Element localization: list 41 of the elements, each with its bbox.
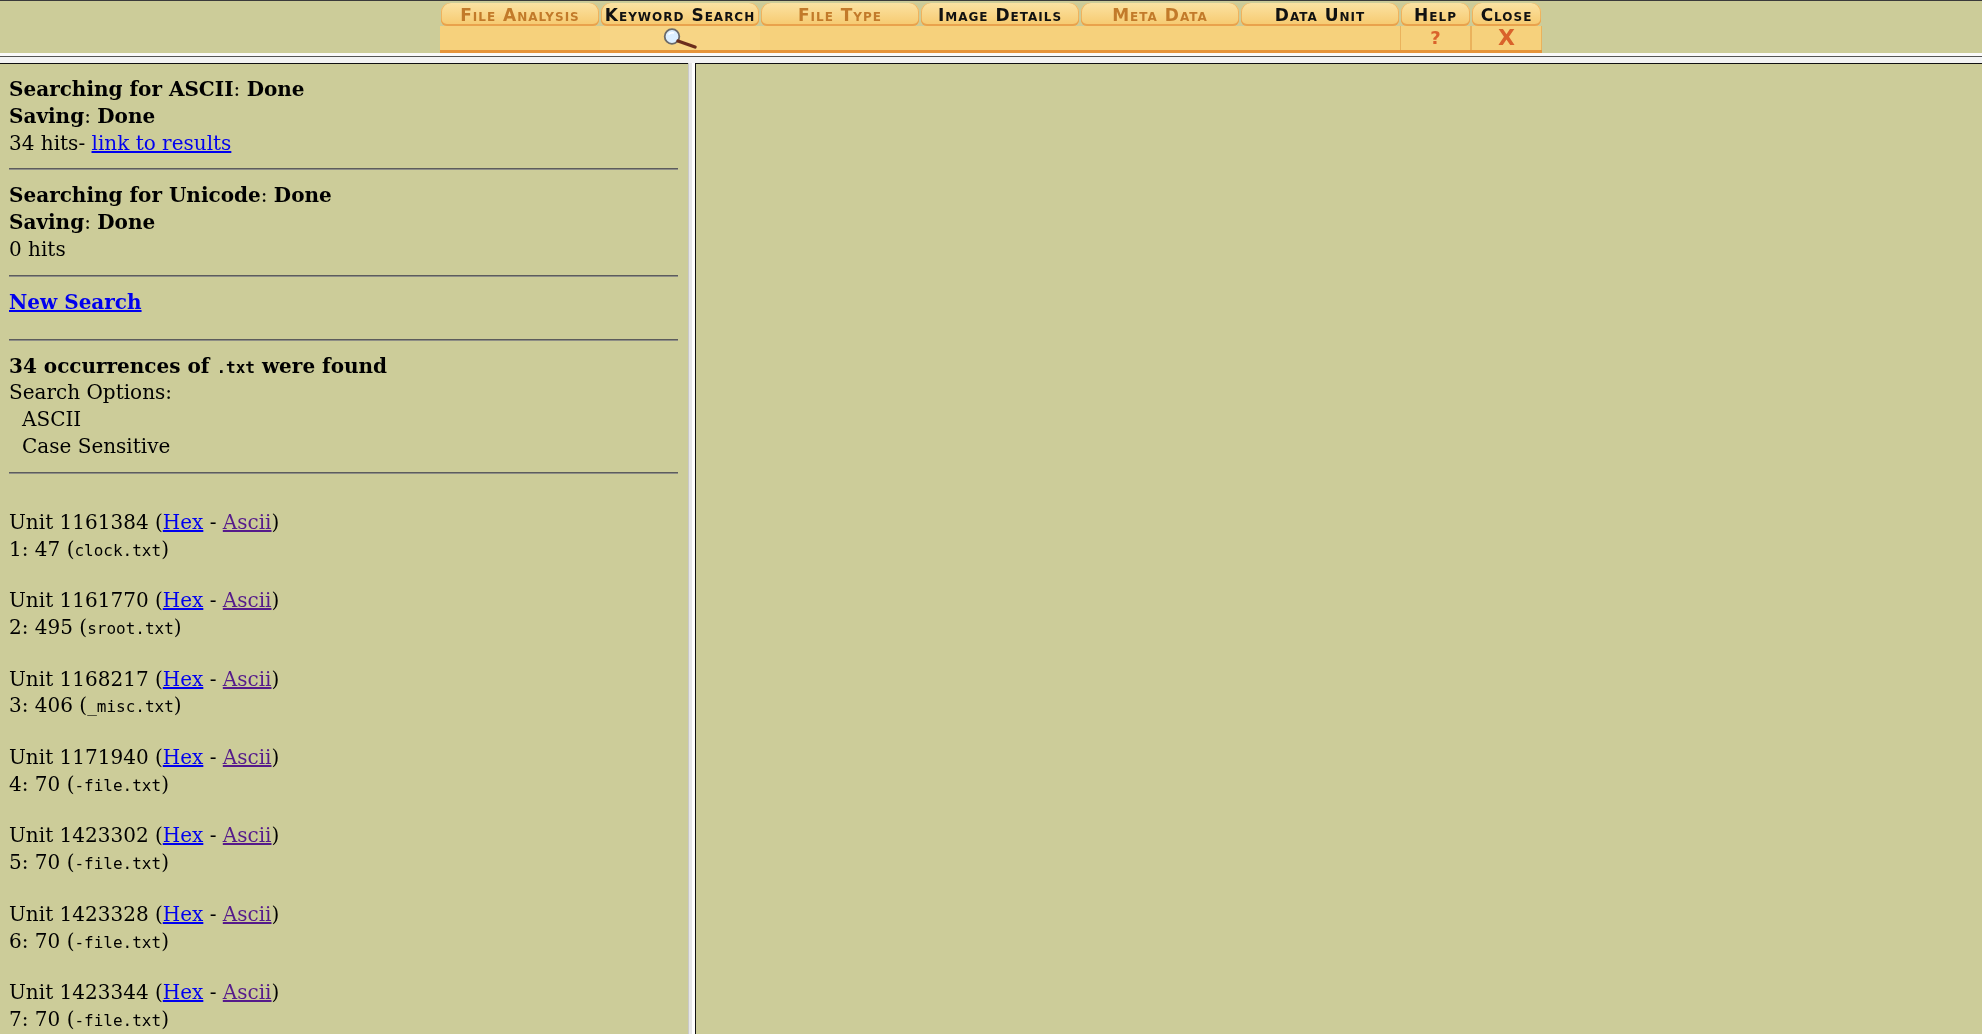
search-status-text: Searching for Unicode: Done bbox=[9, 182, 333, 210]
search-status-text: Searching for ASCII: Done bbox=[9, 76, 306, 103]
hit-location-text: 7: 70 (-file.txt) bbox=[9, 1005, 170, 1033]
hit-location-text: 1: 47 (clock.txt) bbox=[9, 535, 170, 563]
hit-location-text: 3: 406 (_misc.txt) bbox=[9, 692, 183, 720]
unit-text: Unit 1423344 (Hex - Ascii) bbox=[9, 979, 281, 1006]
unit-text: Unit 1168217 (Hex - Ascii) bbox=[9, 665, 281, 693]
hit-count-text: 0 hits bbox=[9, 236, 67, 263]
unit-link[interactable]: Ascii bbox=[222, 744, 272, 769]
unit-link[interactable]: Ascii bbox=[222, 588, 272, 613]
unit-link[interactable]: Hex bbox=[162, 980, 204, 1005]
results-heading: 34 occurrences of .txt were found bbox=[9, 352, 389, 380]
unit-text: Unit 1423302 (Hex - Ascii) bbox=[9, 822, 281, 850]
unit-link[interactable]: Hex bbox=[162, 744, 204, 769]
hit-location-text: 5: 70 (-file.txt) bbox=[9, 849, 170, 876]
hit-location-text: 6: 70 (-file.txt) bbox=[9, 927, 170, 955]
results-link[interactable]: link to results bbox=[91, 130, 232, 155]
unit-link[interactable]: Ascii bbox=[222, 823, 272, 848]
hit-location-text: 4: 70 (-file.txt) bbox=[9, 770, 170, 798]
unit-link[interactable]: Ascii bbox=[222, 509, 272, 534]
search-option-text: ASCII bbox=[21, 406, 83, 433]
unit-link[interactable]: Ascii bbox=[222, 901, 272, 926]
saving-status-text: Saving: Done bbox=[9, 209, 157, 236]
saving-status-text: Saving: Done bbox=[9, 102, 157, 130]
search-icon bbox=[663, 27, 697, 49]
unit-link[interactable]: Ascii bbox=[222, 666, 272, 691]
hit-count-text: 34 hits- link to results bbox=[9, 129, 233, 157]
new-search-link[interactable]: New Search bbox=[9, 289, 142, 314]
hit-location-text: 2: 495 (sroot.txt) bbox=[9, 613, 183, 641]
search-option-text: Case Sensitive bbox=[21, 432, 172, 460]
unit-link[interactable]: Hex bbox=[162, 509, 204, 534]
search-options-label: Search Options: bbox=[9, 379, 174, 407]
unit-link[interactable]: Hex bbox=[162, 901, 204, 926]
unit-link[interactable]: Hex bbox=[162, 823, 204, 848]
unit-text: Unit 1161384 (Hex - Ascii) bbox=[9, 508, 281, 536]
unit-link[interactable]: Hex bbox=[162, 666, 204, 691]
unit-text: Unit 1171940 (Hex - Ascii) bbox=[9, 743, 281, 771]
unit-text: Unit 1423328 (Hex - Ascii) bbox=[9, 900, 281, 928]
unit-link[interactable]: Ascii bbox=[222, 980, 272, 1005]
unit-text: Unit 1161770 (Hex - Ascii) bbox=[9, 587, 281, 614]
unit-link[interactable]: Hex bbox=[162, 588, 204, 613]
